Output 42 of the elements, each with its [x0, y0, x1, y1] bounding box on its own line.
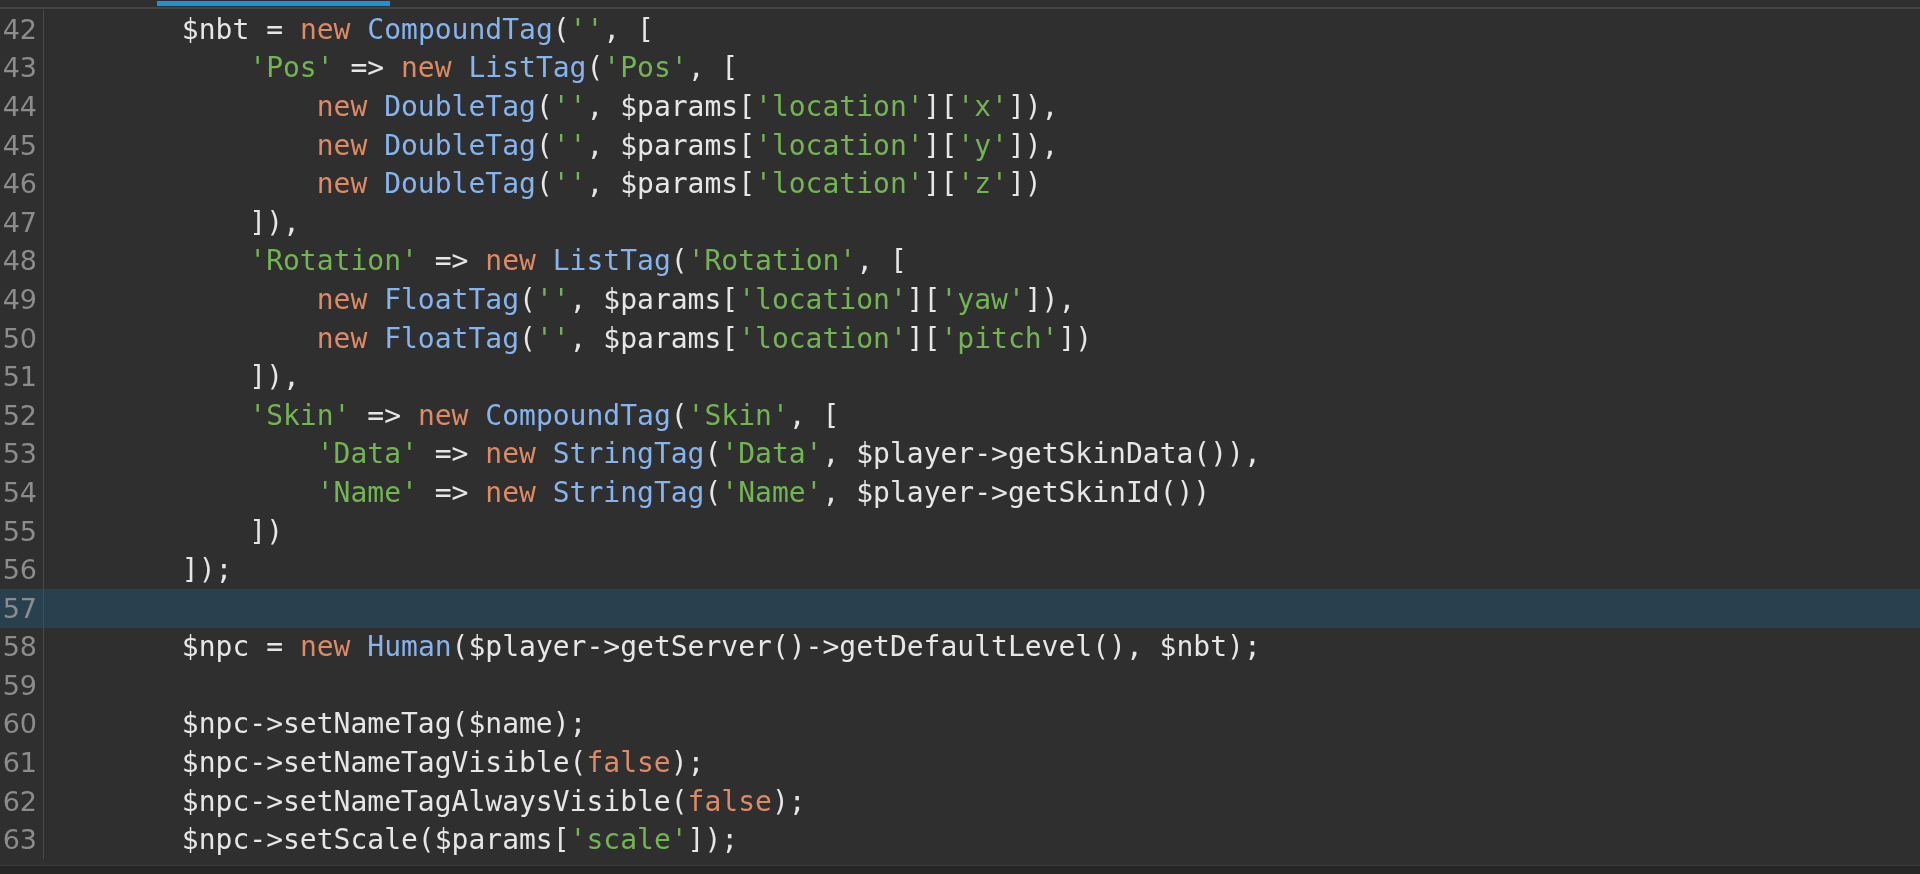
- code-line: ]): [248, 514, 283, 548]
- line-number: 56: [2, 554, 38, 586]
- line-number: 60: [2, 708, 38, 740]
- code-line: new FloatTag('', $params['location']['yaw']),: [315, 282, 1076, 316]
- line-number: 59: [2, 669, 38, 701]
- line-number: 42: [2, 13, 38, 45]
- line-number: 62: [2, 785, 38, 817]
- code-line: ]),: [248, 205, 300, 239]
- code-line: 'Data' => new StringTag('Data', $player->getSkinData()),: [315, 437, 1261, 471]
- code-line: ]),: [248, 360, 300, 394]
- line-number: 50: [2, 322, 38, 354]
- line-number: 47: [2, 206, 38, 238]
- code-line: ]);: [180, 553, 233, 587]
- line-number: 45: [2, 129, 38, 161]
- code-line: new DoubleTag('', $params['location']['z']): [315, 167, 1042, 201]
- line-number: 58: [2, 631, 38, 663]
- line-number: 46: [2, 168, 38, 200]
- line-number: 57: [2, 592, 38, 624]
- line-number: 55: [2, 515, 38, 547]
- line-number: 54: [2, 476, 38, 508]
- code-line: $npc->setNameTagVisible(false);: [180, 746, 705, 780]
- code-line: 'Pos' => new ListTag('Pos', [: [248, 51, 739, 85]
- line-number: 53: [2, 438, 38, 470]
- line-number: 48: [2, 245, 38, 277]
- line-number: 49: [2, 283, 38, 315]
- code-line: new FloatTag('', $params['location']['pitch']): [315, 321, 1093, 355]
- code-line: new DoubleTag('', $params['location']['y']),: [315, 128, 1059, 162]
- line-number: 61: [2, 747, 38, 779]
- code-line: $npc->setNameTagAlwaysVisible(false);: [180, 784, 806, 818]
- code-line: 'Skin' => new CompoundTag('Skin', [: [248, 398, 840, 432]
- code-line: new DoubleTag('', $params['location']['x']),: [315, 90, 1059, 123]
- code-line: $npc->setNameTag($name);: [180, 707, 587, 741]
- code-line: 'Rotation' => new ListTag('Rotation', [: [248, 244, 907, 278]
- line-number: 63: [2, 824, 38, 856]
- line-number: 44: [2, 91, 38, 122]
- code-line: $npc = new Human($player->getServer()->getDefaultLevel(), $nbt);: [180, 630, 1261, 664]
- line-number: 51: [2, 361, 38, 393]
- code-line: 'Name' => new StringTag('Name', $player->getSkinId()): [315, 475, 1211, 509]
- code-line: $nbt = new CompoundTag('', [: [180, 12, 654, 46]
- code-line: $npc->setScale($params['scale']);: [180, 823, 739, 857]
- line-number: 43: [2, 52, 38, 84]
- line-number: 52: [2, 399, 38, 431]
